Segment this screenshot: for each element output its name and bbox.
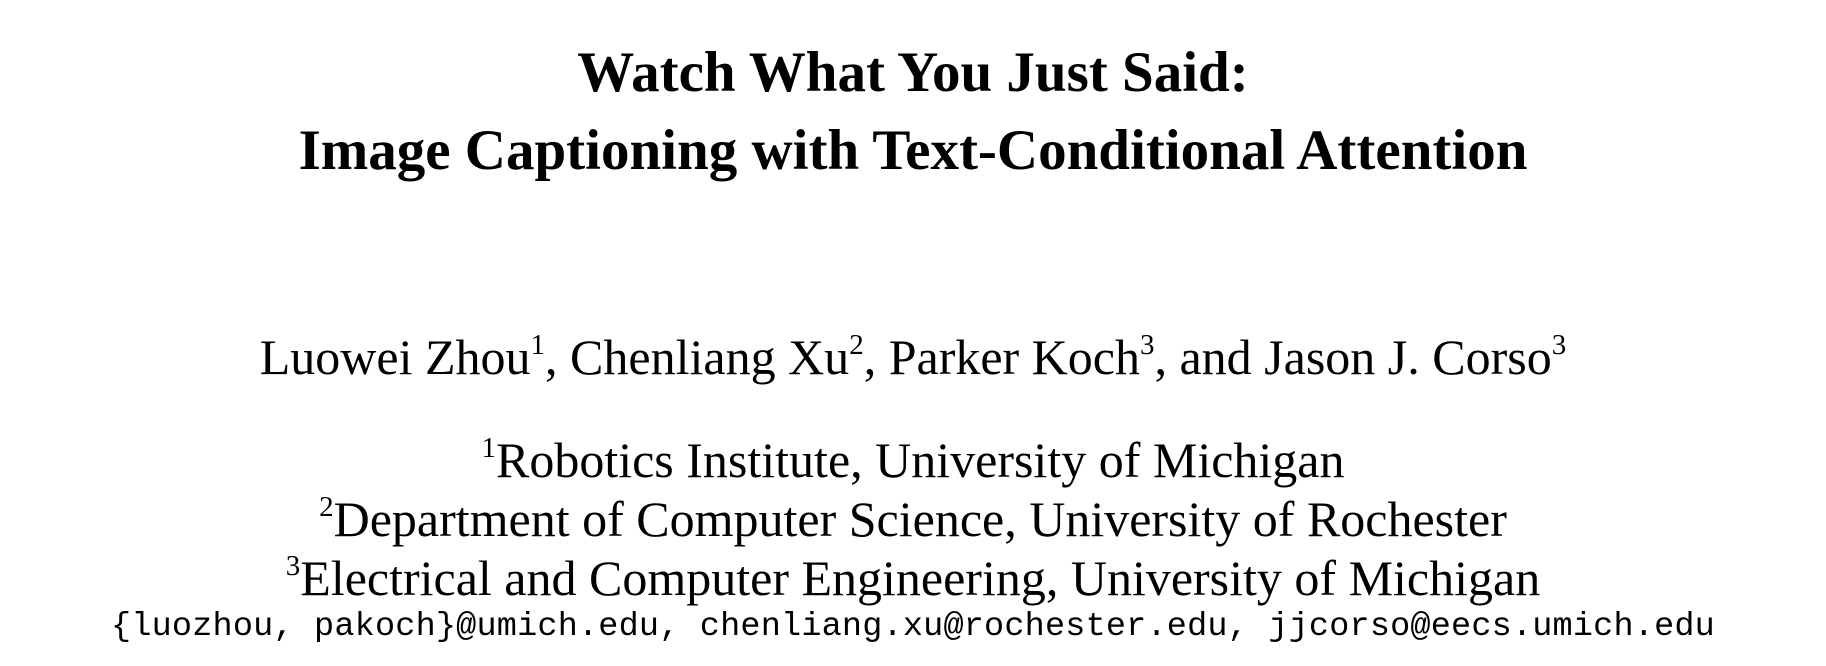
author-name: Jason J. Corso — [1264, 329, 1552, 385]
author-name: Parker Koch — [888, 329, 1140, 385]
author-separator: , — [863, 329, 889, 385]
affiliation-1: 1Robotics Institute, University of Michi… — [0, 432, 1826, 488]
affiliation-text: Department of Computer Science, Universi… — [333, 491, 1507, 547]
affiliation-mark: 2 — [319, 491, 334, 524]
author-list: Luowei Zhou1, Chenliang Xu2, Parker Koch… — [0, 329, 1826, 385]
author-affiliation-mark: 2 — [849, 329, 864, 362]
author-emails: {luozhou, pakoch}@umich.edu, chenliang.x… — [111, 608, 1715, 646]
affiliation-2: 2Department of Computer Science, Univers… — [0, 491, 1826, 547]
author-separator: , and — [1154, 329, 1265, 385]
affiliation-text: Robotics Institute, University of Michig… — [495, 432, 1345, 488]
author-name: Luowei Zhou — [259, 329, 531, 385]
affiliation-mark: 1 — [481, 432, 496, 465]
author-affiliation-mark: 3 — [1139, 329, 1155, 362]
affiliation-mark: 3 — [285, 550, 301, 583]
author-affiliation-mark: 1 — [530, 329, 546, 362]
author-name: Chenliang Xu — [570, 329, 850, 385]
author-affiliation-mark: 3 — [1551, 329, 1567, 362]
paper-title-line-2: Image Captioning with Text-Conditional A… — [298, 119, 1528, 182]
affiliation-text: Electrical and Computer Engineering, Uni… — [300, 550, 1541, 606]
paper-header: Watch What You Just Said: Image Captioni… — [0, 0, 1826, 666]
paper-title-line-1: Watch What You Just Said: — [577, 41, 1249, 104]
affiliation-3: 3Electrical and Computer Engineering, Un… — [0, 550, 1826, 606]
author-separator: , — [545, 329, 571, 385]
